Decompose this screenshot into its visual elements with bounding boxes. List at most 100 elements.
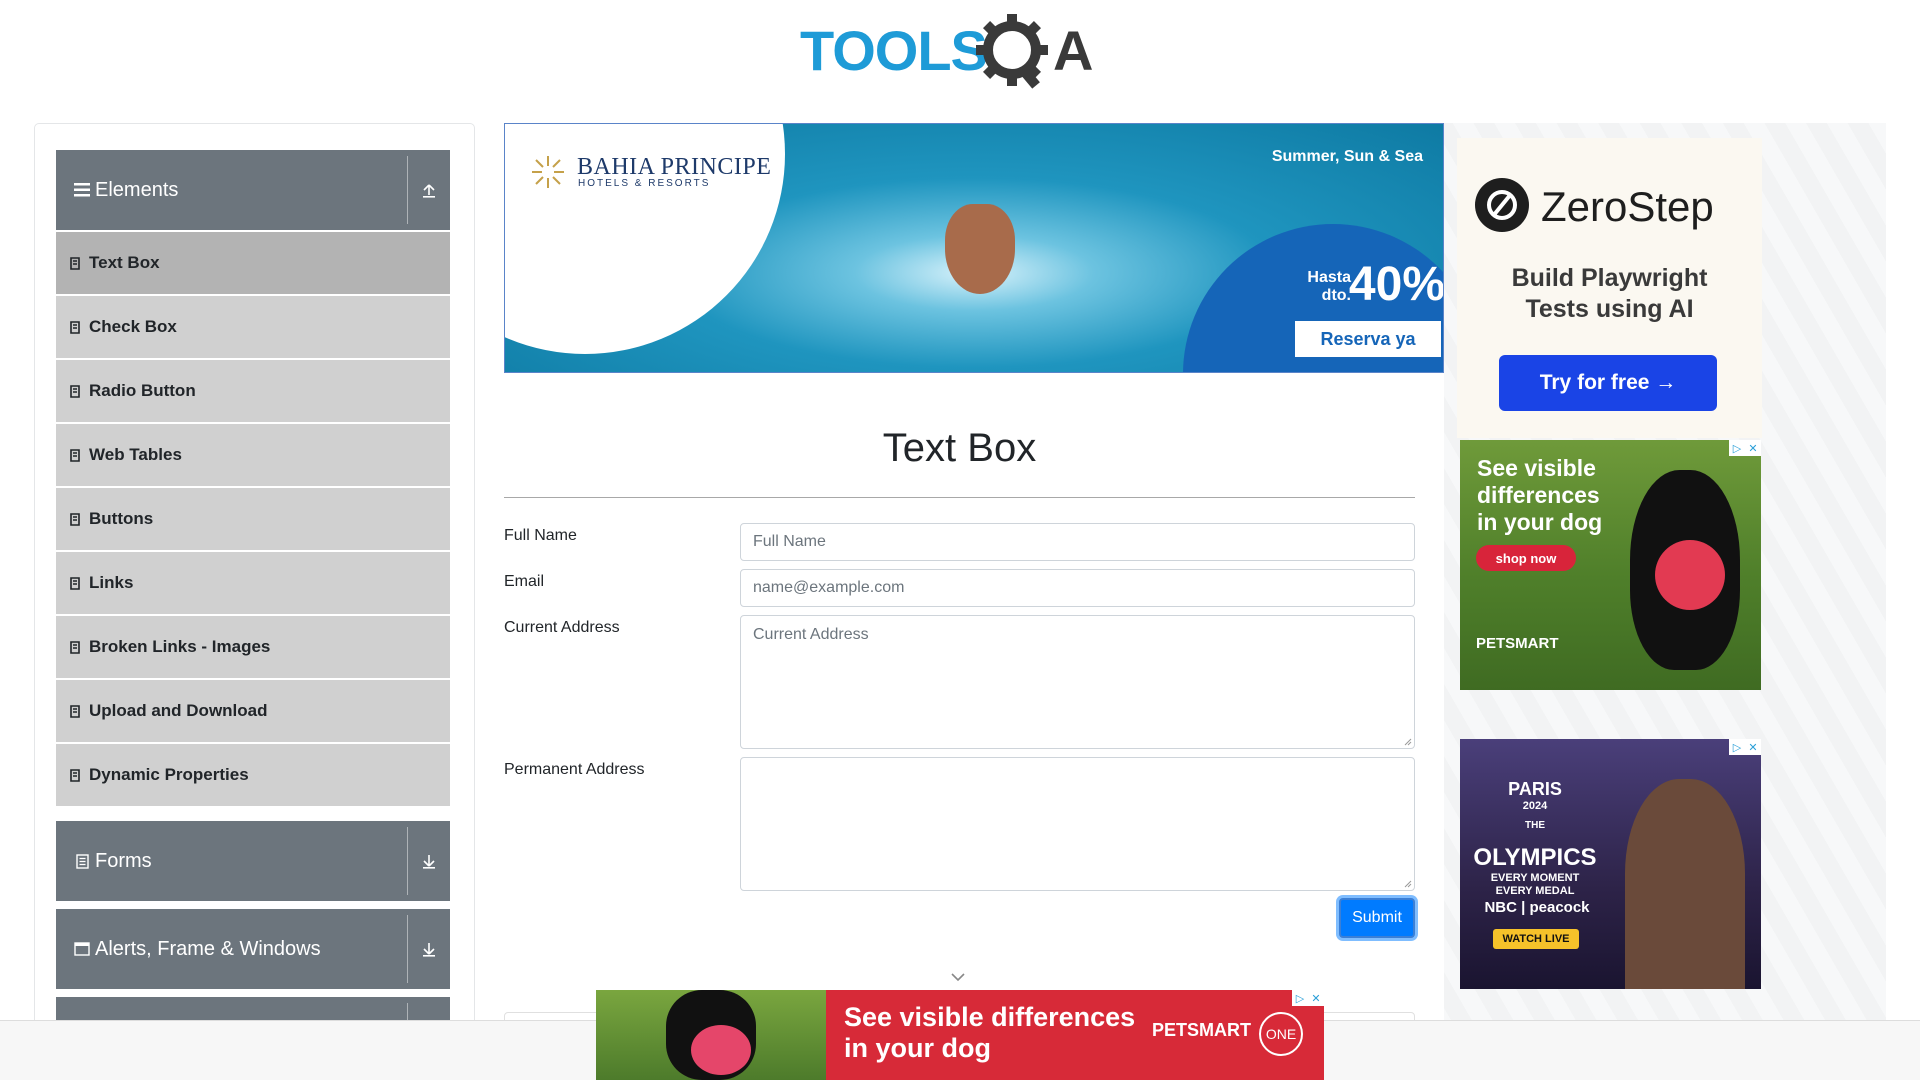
petsmart-line-1: See visible <box>1477 455 1596 481</box>
chevron-down-icon[interactable] <box>950 970 966 984</box>
group-header-elements[interactable]: Elements <box>56 150 450 230</box>
resize-handle-icon[interactable] <box>1404 880 1412 888</box>
menu-item-label: Broken Links - Images <box>89 637 271 656</box>
zerostep-headline: Build Playwright Tests using AI <box>1457 263 1762 325</box>
close-icon[interactable]: ✕ <box>1745 739 1761 755</box>
group-header-forms[interactable]: Forms <box>56 821 450 901</box>
menu-item-icon <box>70 768 82 782</box>
ad-olympics[interactable]: PARIS 2024 THE OLYMPICS EVERY MOMENT EVE… <box>1460 739 1761 989</box>
olympics-year: 2024 <box>1522 800 1548 812</box>
resize-handle-icon[interactable] <box>1404 738 1412 746</box>
watch-live-button[interactable]: WATCH LIVE <box>1493 929 1579 949</box>
adchoices-icon[interactable]: ▷ <box>1292 990 1308 1006</box>
petsmart-line-3: in your dog <box>1477 509 1603 535</box>
menu-item-links[interactable]: Links <box>56 552 450 614</box>
bottom-ad-petsmart[interactable]: See visible differences in your dog PETS… <box>596 990 1324 1080</box>
menu-item-label: Links <box>89 573 134 592</box>
menu-item-label: Buttons <box>89 509 154 528</box>
menu-item-label: Text Box <box>89 253 160 272</box>
ad-petsmart[interactable]: See visible differences in your dog shop… <box>1460 440 1761 690</box>
shop-now-button[interactable]: shop now <box>1476 545 1576 571</box>
banner-brand: BAHIA PRINCIPE <box>577 154 772 180</box>
zerostep-headline-2: Tests using AI <box>1525 295 1694 323</box>
olympics-the: THE <box>1525 820 1545 831</box>
menu-item-text-box[interactable]: Text Box <box>56 232 450 294</box>
menu-item-icon <box>70 576 82 590</box>
olympics-sub-2: EVERY MEDAL <box>1495 885 1575 897</box>
olympics-sub-1: EVERY MOMENT <box>1490 872 1580 884</box>
banner-tagline: Summer, Sun & Sea <box>1271 148 1423 165</box>
try-for-free-button[interactable]: Try for free → <box>1499 355 1717 411</box>
permanent-address-textarea[interactable] <box>740 757 1415 891</box>
menu-item-broken-links-images[interactable]: Broken Links - Images <box>56 616 450 678</box>
expand-down-icon[interactable] <box>408 821 450 901</box>
olympics-city-name: PARIS <box>1508 779 1562 799</box>
petsmart-headline: See visible differences in your dog <box>1477 455 1602 536</box>
menu-item-icon <box>70 320 82 334</box>
banner-hasta: Hasta dto. <box>1307 269 1351 305</box>
menu-item-icon <box>70 256 82 270</box>
ad-zerostep[interactable]: ZeroStep Build Playwright Tests using AI… <box>1457 138 1762 438</box>
title-divider <box>504 497 1415 498</box>
email-label: Email <box>504 573 545 590</box>
form-icon <box>73 853 91 869</box>
ad-choices[interactable]: ▷ ✕ <box>1729 739 1761 755</box>
dto-text: dto. <box>1321 287 1351 304</box>
zerostep-name: ZeroStep <box>1541 183 1714 230</box>
sun-logo-icon <box>532 156 564 188</box>
submit-button[interactable]: Submit <box>1339 898 1415 938</box>
collapse-up-icon[interactable] <box>408 150 450 230</box>
group-alerts-frame-windows: Alerts, Frame & Windows <box>56 909 450 989</box>
group-label: Alerts, Frame & Windows <box>95 937 321 960</box>
menu-item-label: Radio Button <box>89 381 196 400</box>
menu-item-upload-and-download[interactable]: Upload and Download <box>56 680 450 742</box>
adchoices-icon[interactable]: ▷ <box>1729 739 1745 755</box>
menu-item-label: Dynamic Properties <box>89 765 249 784</box>
group-forms: Forms <box>56 821 450 901</box>
menu-item-dynamic-properties[interactable]: Dynamic Properties <box>56 744 450 806</box>
full-name-input[interactable]: Full Name <box>740 523 1415 561</box>
current-address-label: Current Address <box>504 619 620 636</box>
olympics-network: NBC | peacock <box>1484 899 1590 916</box>
frisbee-image <box>1655 540 1725 610</box>
menu-item-icon <box>70 640 82 654</box>
group-header-alerts[interactable]: Alerts, Frame & Windows <box>56 909 450 989</box>
ad-choices[interactable]: ▷ ✕ <box>1292 990 1324 1006</box>
reserva-ya-button[interactable]: Reserva ya <box>1293 319 1443 359</box>
olympics-city: PARIS 2024 THE <box>1460 779 1610 831</box>
current-address-textarea[interactable]: Current Address <box>740 615 1415 749</box>
hasta-text: Hasta <box>1307 269 1351 286</box>
expand-down-icon[interactable] <box>408 909 450 989</box>
window-icon <box>73 942 91 956</box>
zerostep-logo-icon <box>1475 178 1529 232</box>
menu-item-radio-button[interactable]: Radio Button <box>56 360 450 422</box>
close-icon[interactable]: ✕ <box>1745 440 1761 456</box>
olympics-subtitle: EVERY MOMENT EVERY MEDAL <box>1460 872 1610 898</box>
frisbee-image <box>691 1025 751 1075</box>
banner-ad-bahia-principe[interactable]: BAHIA PRINCIPE HOTELS & RESORTS Summer, … <box>504 123 1444 373</box>
athletes-image <box>1625 779 1745 989</box>
swimmer-image <box>945 204 1015 294</box>
group-label: Forms <box>95 849 152 872</box>
menu-item-label: Check Box <box>89 317 177 336</box>
current-address-placeholder: Current Address <box>753 626 869 643</box>
menu-item-icon <box>70 384 82 398</box>
menu-item-icon <box>70 448 82 462</box>
full-name-label: Full Name <box>504 527 577 544</box>
olympics-title: OLYMPICS <box>1473 844 1597 871</box>
ad-choices[interactable]: ▷ ✕ <box>1729 440 1761 456</box>
email-input[interactable]: name@example.com <box>740 569 1415 607</box>
bottom-ad-badge: ONE <box>1259 1012 1303 1056</box>
left-panel: Elements Text Box Check Box Radio Button… <box>34 123 475 1080</box>
banner-brand-sub: HOTELS & RESORTS <box>578 178 711 189</box>
logo-text-tools: TOOLS <box>800 19 987 82</box>
menu-item-icon <box>70 704 82 718</box>
adchoices-icon[interactable]: ▷ <box>1729 440 1745 456</box>
bottom-ad-line-2: in your dog <box>844 1033 991 1063</box>
menu-item-web-tables[interactable]: Web Tables <box>56 424 450 486</box>
menu-item-buttons[interactable]: Buttons <box>56 488 450 550</box>
logo-text-a: A <box>1053 19 1093 82</box>
toolsqa-logo[interactable]: TOOLS A <box>800 14 1125 90</box>
close-icon[interactable]: ✕ <box>1308 990 1324 1006</box>
menu-item-check-box[interactable]: Check Box <box>56 296 450 358</box>
